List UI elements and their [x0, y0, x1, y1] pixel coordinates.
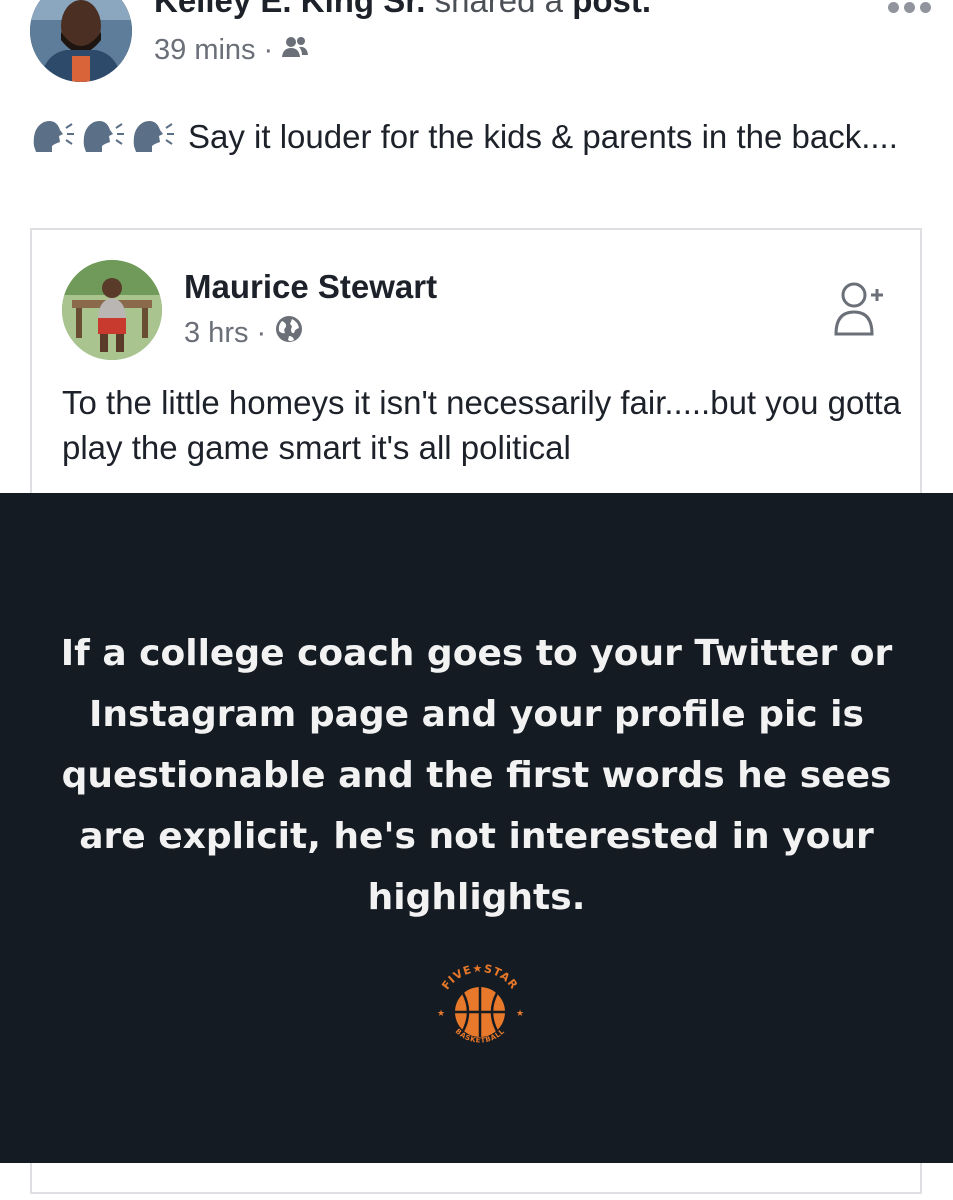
author-name[interactable]: Kelley E. King Sr.	[154, 0, 425, 19]
shared-post-meta: 3 hrs ·	[184, 314, 304, 352]
svg-text:★: ★	[516, 1009, 524, 1019]
five-star-basketball-logo: FIVE★STAR BASKETBALL ★ ★	[428, 958, 532, 1062]
timestamp[interactable]: 39 mins	[154, 34, 256, 67]
shared-post-image[interactable]: If a college coach goes to your Twitter …	[0, 493, 953, 1163]
image-quote: If a college coach goes to your Twitter …	[60, 633, 893, 918]
speaking-head-icon	[30, 114, 180, 154]
shared-post-text: To the little homeys it isn't necessaril…	[62, 384, 902, 466]
svg-text:★: ★	[437, 1009, 445, 1019]
friends-icon	[281, 34, 309, 67]
post-link[interactable]: post.	[572, 0, 651, 19]
shared-post-avatar[interactable]	[62, 260, 162, 360]
outer-post-title: Kelley E. King Sr. shared a post.	[154, 0, 651, 20]
outer-post-meta: 39 mins ·	[154, 34, 309, 67]
avatar[interactable]	[30, 0, 132, 82]
globe-icon	[274, 314, 304, 352]
shared-post-author[interactable]: Maurice Stewart	[184, 268, 437, 306]
meta-separator: ·	[263, 34, 274, 66]
meta-separator: ·	[256, 316, 267, 349]
outer-post-body: Say it louder for the kids & parents in …	[30, 113, 910, 161]
add-friend-icon[interactable]	[832, 278, 888, 338]
shared-post-timestamp[interactable]: 3 hrs	[184, 317, 248, 350]
outer-post-header: Kelley E. King Sr. shared a post. 39 min…	[0, 0, 953, 110]
outer-post-text: Say it louder for the kids & parents in …	[188, 118, 898, 155]
more-dots-icon[interactable]	[888, 2, 931, 13]
